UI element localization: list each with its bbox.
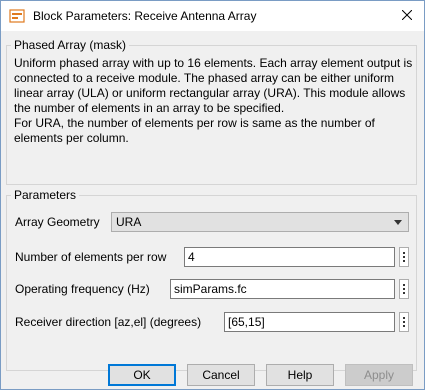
receiver-direction-more-button[interactable] bbox=[399, 312, 409, 332]
operating-frequency-more-button[interactable] bbox=[399, 279, 409, 299]
dialog-body: Phased Array (mask) Uniform phased array… bbox=[1, 31, 424, 389]
operating-frequency-label: Operating frequency (Hz) bbox=[15, 282, 150, 296]
apply-button[interactable]: Apply bbox=[345, 364, 413, 386]
dialog-window: Block Parameters: Receive Antenna Array … bbox=[0, 0, 425, 390]
chevron-down-icon bbox=[394, 220, 402, 225]
title-bar[interactable]: Block Parameters: Receive Antenna Array bbox=[1, 1, 424, 31]
vertical-ellipsis-icon bbox=[403, 284, 405, 286]
help-button[interactable]: Help bbox=[266, 364, 334, 386]
mask-description: Uniform phased array with up to 16 eleme… bbox=[14, 56, 413, 145]
array-geometry-label: Array Geometry bbox=[15, 215, 100, 229]
ok-button[interactable]: OK bbox=[108, 364, 176, 386]
close-icon bbox=[401, 9, 413, 23]
elements-per-row-more-button[interactable] bbox=[399, 247, 409, 267]
array-geometry-select[interactable]: URA bbox=[111, 212, 409, 232]
close-button[interactable] bbox=[390, 1, 424, 31]
parameters-group: Parameters Array Geometry URA Number of … bbox=[6, 188, 417, 371]
elements-per-row-input[interactable]: 4 bbox=[184, 247, 395, 267]
receiver-direction-label: Receiver direction [az,el] (degrees) bbox=[15, 315, 202, 329]
simulink-block-icon bbox=[9, 8, 25, 24]
cancel-button[interactable]: Cancel bbox=[187, 364, 255, 386]
array-geometry-value: URA bbox=[116, 215, 142, 229]
parameters-group-label: Parameters bbox=[11, 188, 80, 202]
mask-description-group: Phased Array (mask) Uniform phased array… bbox=[6, 38, 417, 185]
window-title: Block Parameters: Receive Antenna Array bbox=[33, 9, 257, 23]
receiver-direction-input[interactable]: [65,15] bbox=[224, 312, 395, 332]
elements-per-row-label: Number of elements per row bbox=[15, 250, 167, 264]
vertical-ellipsis-icon bbox=[403, 317, 405, 319]
operating-frequency-input[interactable]: simParams.fc bbox=[170, 279, 395, 299]
vertical-ellipsis-icon bbox=[403, 252, 405, 254]
mask-group-label: Phased Array (mask) bbox=[11, 38, 130, 52]
